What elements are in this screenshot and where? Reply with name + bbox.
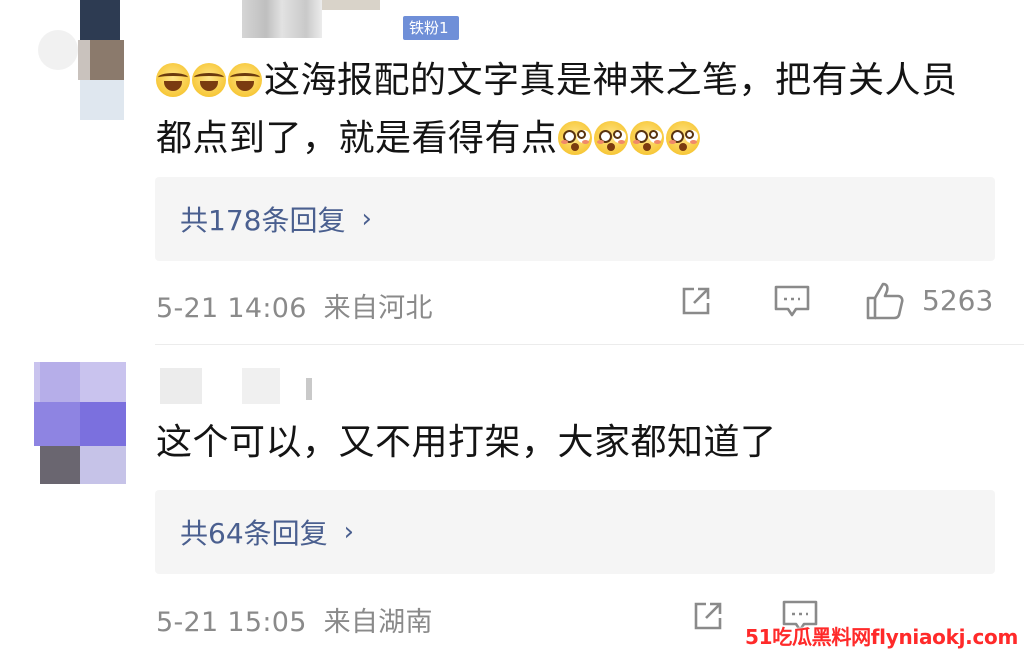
comment-divider [155,344,1024,345]
comment-time: 5-21 14:06 [156,293,307,324]
reply-count-label: 共178条回复 [180,204,346,237]
chevron-right-icon: › [343,517,355,547]
fan-badge: 铁粉1 [403,16,459,40]
avatar[interactable] [34,0,124,120]
comment-text: 这海报配的文字真是神来之笔，把有关人员 都点到了，就是看得有点 [156,52,958,168]
view-replies-button[interactable]: 共178条回复 › [155,177,995,261]
flushed-emoji [665,121,700,155]
flushed-emoji [557,121,592,155]
thumbs-up-icon[interactable] [864,280,906,322]
username-blurred-2 [322,0,380,10]
comment-location: 来自河北 [323,293,433,324]
comment-text-line-2: 都点到了，就是看得有点 [156,118,558,159]
comment-time: 5-21 15:05 [156,607,307,638]
laugh-cry-emoji [192,63,226,97]
comment-icon[interactable] [772,283,812,321]
laugh-cry-emoji [228,63,262,97]
share-icon[interactable] [678,283,714,319]
laugh-cry-emoji [156,63,190,97]
flushed-emoji [629,121,664,155]
comment-text: 这个可以，又不用打架，大家都知道了 [156,414,777,472]
chevron-right-icon: › [361,204,372,234]
view-replies-button[interactable]: 共64条回复 › [155,490,995,574]
flushed-emoji [593,121,628,155]
reply-count-label: 共64条回复 [180,517,328,550]
comment-text-line-1: 这海报配的文字真是神来之笔，把有关人员 [264,60,958,101]
comment-text-line-1: 这个可以，又不用打架，大家都知道了 [156,422,777,463]
watermark: 51吃瓜黑料网flyniaokj.com [745,625,1018,649]
share-icon[interactable] [690,598,726,634]
username-blurred-3 [306,378,312,400]
avatar[interactable] [34,362,126,484]
like-count: 5263 [922,284,994,317]
comment-location: 来自湖南 [323,607,433,638]
username-blurred-2 [242,368,280,404]
username-blurred[interactable] [160,368,202,404]
comment-meta: 5-21 15:05 来自湖南 [156,600,433,639]
username-blurred[interactable] [242,0,322,38]
comment-meta: 5-21 14:06 来自河北 [156,286,433,325]
